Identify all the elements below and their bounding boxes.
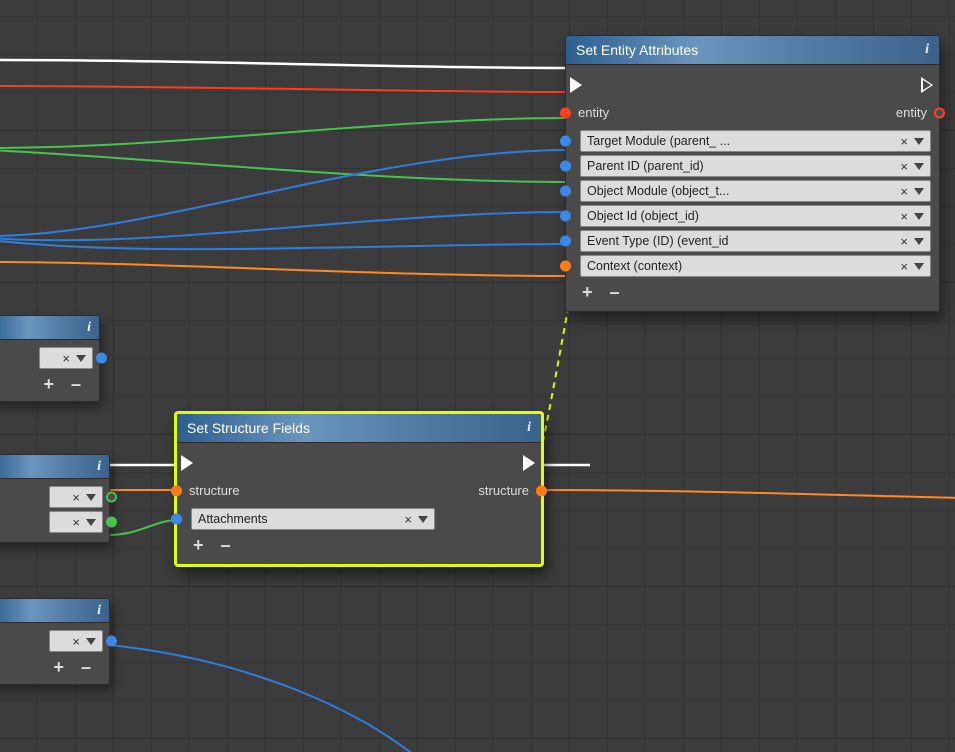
exec-out-icon[interactable] — [921, 77, 933, 93]
prop-field[interactable]: Object Module (object_t... × — [580, 180, 931, 202]
port-structure-in[interactable] — [171, 486, 182, 497]
dropdown-icon[interactable] — [914, 213, 924, 220]
clear-icon[interactable]: × — [70, 515, 82, 530]
dropdown-icon[interactable] — [76, 355, 86, 362]
clear-icon[interactable]: × — [70, 490, 82, 505]
dropdown-icon[interactable] — [914, 238, 924, 245]
node-header[interactable]: Set Entity Attributes i — [566, 36, 939, 65]
node-set-entity-attributes[interactable]: Set Entity Attributes i entity entity — [565, 35, 940, 312]
prop-field[interactable]: Target Module (parent_ ... × — [580, 130, 931, 152]
info-icon[interactable]: i — [97, 459, 101, 475]
port-in[interactable] — [560, 136, 571, 147]
exec-row — [574, 71, 931, 99]
dropdown-icon[interactable] — [914, 263, 924, 270]
clear-icon[interactable]: × — [60, 351, 72, 366]
prop-field[interactable]: Object Id (object_id) × — [580, 205, 931, 227]
partial-node-1[interactable]: i × + – — [0, 315, 100, 402]
clear-icon[interactable]: × — [898, 209, 910, 224]
exec-out-icon[interactable] — [523, 455, 535, 471]
port-entity-out[interactable] — [934, 108, 945, 119]
add-remove-buttons[interactable]: + – — [185, 533, 533, 556]
prop-field[interactable]: Event Type (ID) (event_id × — [580, 230, 931, 252]
prop-field[interactable]: × — [39, 347, 93, 369]
prop-parent-id[interactable]: Parent ID (parent_id) × — [574, 155, 931, 177]
dropdown-icon[interactable] — [86, 494, 96, 501]
prop-field[interactable]: × — [49, 630, 103, 652]
prop-field[interactable]: Parent ID (parent_id) × — [580, 155, 931, 177]
dropdown-icon[interactable] — [86, 638, 96, 645]
port-in[interactable] — [560, 161, 571, 172]
port-in[interactable] — [560, 236, 571, 247]
add-remove-buttons[interactable]: + – — [0, 372, 93, 395]
partial-node-3[interactable]: i × + – — [0, 598, 110, 685]
info-icon[interactable]: i — [527, 420, 531, 436]
partial-node-2[interactable]: i × × — [0, 454, 110, 543]
prop-context[interactable]: Context (context) × — [574, 255, 931, 277]
prop-event-type[interactable]: Event Type (ID) (event_id × — [574, 230, 931, 252]
entity-row: entity entity — [574, 99, 931, 127]
clear-icon[interactable]: × — [402, 512, 414, 527]
structure-out-label: structure — [474, 483, 533, 498]
clear-icon[interactable]: × — [898, 184, 910, 199]
prop-object-module[interactable]: Object Module (object_t... × — [574, 180, 931, 202]
add-remove-buttons[interactable]: + – — [574, 280, 931, 303]
clear-icon[interactable]: × — [898, 134, 910, 149]
exec-row — [185, 449, 533, 477]
prop-field[interactable]: × — [49, 511, 103, 533]
node-header[interactable]: Set Structure Fields i — [177, 414, 541, 443]
port-in[interactable] — [560, 186, 571, 197]
structure-row: structure structure — [185, 477, 533, 505]
dropdown-icon[interactable] — [914, 163, 924, 170]
add-remove-buttons[interactable]: + – — [0, 655, 103, 678]
exec-in-icon[interactable] — [181, 455, 193, 471]
prop-field[interactable]: Attachments × — [191, 508, 435, 530]
prop-field[interactable]: Context (context) × — [580, 255, 931, 277]
prop-object-id[interactable]: Object Id (object_id) × — [574, 205, 931, 227]
dropdown-icon[interactable] — [418, 516, 428, 523]
port-in[interactable] — [560, 211, 571, 222]
entity-in-label: entity — [574, 105, 613, 120]
entity-out-label: entity — [892, 105, 931, 120]
prop-target-module[interactable]: Target Module (parent_ ... × — [574, 130, 931, 152]
port-in[interactable] — [560, 261, 571, 272]
port-out[interactable] — [96, 353, 107, 364]
prop-attachments[interactable]: Attachments × — [185, 508, 435, 530]
dropdown-icon[interactable] — [914, 138, 924, 145]
exec-in-icon[interactable] — [570, 77, 582, 93]
info-icon[interactable]: i — [97, 603, 101, 619]
port-structure-out[interactable] — [536, 486, 547, 497]
clear-icon[interactable]: × — [898, 259, 910, 274]
port-out[interactable] — [106, 517, 117, 528]
clear-icon[interactable]: × — [898, 234, 910, 249]
prop-field[interactable]: × — [49, 486, 103, 508]
node-set-structure-fields[interactable]: Set Structure Fields i structure structu… — [175, 412, 543, 566]
info-icon[interactable]: i — [87, 320, 91, 336]
dropdown-icon[interactable] — [914, 188, 924, 195]
port-in[interactable] — [171, 514, 182, 525]
info-icon[interactable]: i — [925, 42, 929, 58]
port-entity-in[interactable] — [560, 108, 571, 119]
structure-in-label: structure — [185, 483, 244, 498]
port-out[interactable] — [106, 492, 117, 503]
clear-icon[interactable]: × — [898, 159, 910, 174]
dropdown-icon[interactable] — [86, 519, 96, 526]
node-title: Set Structure Fields — [187, 420, 310, 436]
clear-icon[interactable]: × — [70, 634, 82, 649]
port-out[interactable] — [106, 636, 117, 647]
node-title: Set Entity Attributes — [576, 42, 698, 58]
